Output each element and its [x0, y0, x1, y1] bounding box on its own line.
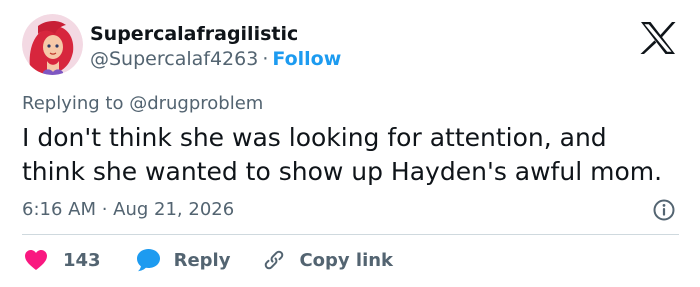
reply-label: Reply [173, 249, 231, 271]
x-logo-icon[interactable] [639, 21, 677, 55]
copy-link-button[interactable]: Copy link [262, 248, 393, 272]
avatar[interactable] [22, 14, 83, 75]
tweet-embed-card: Supercalafragilistic @Supercalaf4263 · Fol… [0, 0, 700, 287]
heart-icon [25, 250, 47, 270]
copy-link-label: Copy link [299, 249, 394, 271]
avatar-image [22, 14, 83, 75]
speech-bubble-icon [136, 249, 160, 272]
like-button[interactable]: 143 [24, 249, 101, 271]
handle-row: @Supercalaf4263 · Follow [90, 48, 341, 70]
divider [22, 234, 679, 235]
separator-dot: · [262, 48, 269, 70]
tweet-text-line-2: think she wanted to show up Hayden's awf… [22, 157, 663, 186]
display-name[interactable]: Supercalafragilistic [90, 23, 298, 45]
action-bar: 143 Reply Copy link [22, 246, 393, 274]
reply-button[interactable]: Reply [136, 248, 231, 272]
user-handle[interactable]: @Supercalaf4263 [90, 48, 258, 70]
follow-button[interactable]: Follow [272, 48, 341, 70]
tweet-text-line-1: I don't think she was looking for attent… [22, 123, 607, 152]
like-count: 143 [63, 249, 101, 271]
info-icon[interactable] [652, 198, 676, 222]
link-icon [265, 250, 284, 270]
tweet-timestamp[interactable]: 6:16 AM · Aug 21, 2026 [22, 199, 234, 220]
tweet-text: I don't think she was looking for attent… [22, 121, 692, 189]
replying-to-label[interactable]: Replying to @drugproblem [22, 93, 263, 114]
